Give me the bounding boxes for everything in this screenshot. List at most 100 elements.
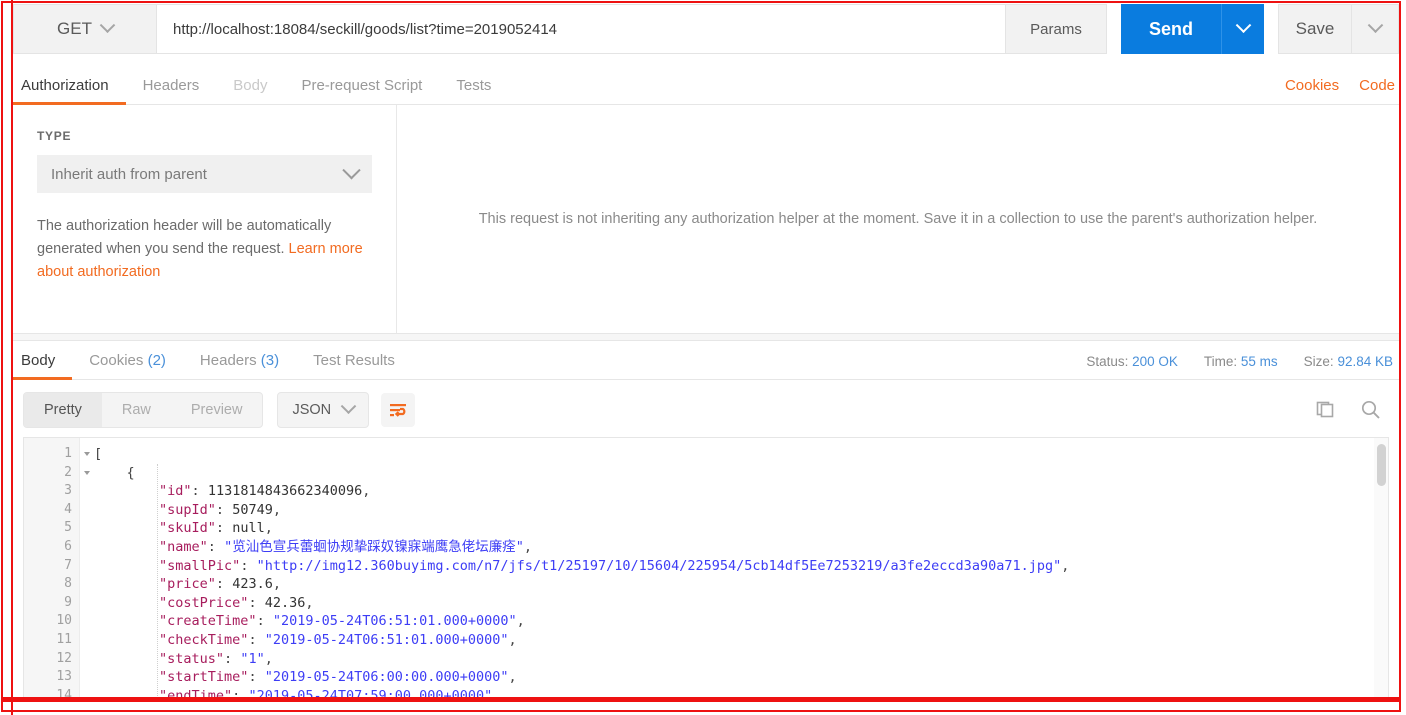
tab-body[interactable]: Body: [216, 77, 284, 104]
code-token: "smallPic": [94, 557, 241, 574]
response-tab-cookies-count: (2): [147, 352, 166, 369]
code-token: ,: [508, 669, 517, 686]
code-line: {: [80, 464, 1388, 483]
code-line: "id": 1131814843662340096,: [80, 482, 1388, 501]
request-url-input[interactable]: http://localhost:18084/seckill/goods/lis…: [156, 4, 1006, 54]
request-tab-links: Cookies Code: [1285, 77, 1399, 104]
size-label: Size:: [1303, 354, 1334, 369]
response-tab-test-results[interactable]: Test Results: [296, 352, 412, 379]
code-token: :: [215, 501, 233, 518]
code-line: "startTime": "2019-05-24T06:00:00.000+00…: [80, 668, 1388, 687]
body-tool-icons: [1315, 398, 1399, 422]
body-format-select[interactable]: JSON: [277, 392, 370, 428]
response-tab-cookies[interactable]: Cookies (2): [72, 352, 183, 379]
response-tab-headers-label: Headers: [199, 352, 257, 369]
body-view-switcher: Pretty Raw Preview: [23, 392, 264, 428]
code-token: {: [94, 464, 135, 481]
request-tab-bar: Authorization Headers Body Pre-request S…: [13, 64, 1399, 105]
http-method-label: GET: [57, 19, 92, 38]
response-tab-headers[interactable]: Headers (3): [183, 352, 296, 379]
tab-headers[interactable]: Headers: [126, 77, 217, 104]
line-number: 1: [24, 445, 90, 464]
response-body-toolbar: Pretty Raw Preview JSON: [13, 386, 1399, 434]
line-number: 11: [56, 631, 72, 647]
vertical-scrollbar-thumb[interactable]: [1377, 444, 1386, 486]
code-token: 423.6: [232, 576, 273, 593]
tab-tests[interactable]: Tests: [439, 77, 508, 104]
line-number: 2: [24, 464, 90, 483]
code-token: "2019-05-24T07:59:00.000+0000": [248, 687, 493, 698]
auth-type-label: TYPE: [37, 129, 72, 143]
http-method-selector[interactable]: GET: [13, 4, 156, 54]
word-wrap-icon[interactable]: [381, 393, 416, 427]
code-token: "skuId": [94, 520, 216, 537]
code-token: "price": [94, 576, 216, 593]
code-token: :: [248, 594, 265, 611]
code-lines: [ { "id": 1131814843662340096, "supId": …: [80, 445, 1388, 698]
code-token: ,: [1061, 557, 1070, 574]
response-tab-body-label: Body: [21, 352, 56, 369]
code-token: ,: [492, 687, 501, 698]
body-view-raw[interactable]: Raw: [102, 393, 171, 427]
status-label: Status:: [1086, 354, 1129, 369]
code-link[interactable]: Code: [1359, 77, 1395, 94]
response-tab-body[interactable]: Body: [13, 352, 73, 380]
params-button[interactable]: Params: [1006, 4, 1107, 54]
response-tab-cookies-label: Cookies: [89, 352, 144, 369]
code-token: "supId": [94, 501, 216, 518]
code-token: :: [240, 557, 257, 574]
code-token: "1": [240, 650, 265, 667]
code-token: :: [248, 631, 265, 648]
response-tab-test-results-label: Test Results: [313, 352, 395, 369]
response-tab-headers-count: (3): [260, 352, 280, 369]
code-line: "skuId": null,: [80, 519, 1388, 538]
send-button[interactable]: Send: [1121, 4, 1221, 54]
code-token: ,: [508, 631, 517, 648]
code-token: :: [232, 687, 249, 698]
send-options-button[interactable]: [1221, 4, 1264, 54]
save-options-button[interactable]: [1352, 4, 1399, 54]
code-token: ,: [272, 501, 281, 518]
line-number: 14: [56, 687, 72, 699]
auth-help-text: The authorization header will be automat…: [37, 215, 367, 284]
code-token: :: [191, 483, 208, 500]
body-view-pretty[interactable]: Pretty: [24, 393, 102, 427]
response-body-viewer[interactable]: 123456789101112131415 [ { "id": 11318148…: [23, 437, 1389, 699]
line-number: 9: [64, 594, 72, 610]
line-number: 5: [64, 520, 72, 536]
tab-authorization[interactable]: Authorization: [13, 77, 126, 105]
code-token: [: [94, 446, 103, 462]
code-token: 42.36: [264, 594, 306, 611]
code-line: [: [80, 445, 1388, 464]
code-token: ,: [305, 594, 314, 611]
size-badge: Size: 92.84 KB: [1304, 354, 1393, 369]
code-line: "costPrice": 42.36,: [80, 594, 1388, 613]
copy-icon[interactable]: [1315, 398, 1337, 422]
line-number: 3: [64, 483, 72, 499]
auth-type-select[interactable]: Inherit auth from parent: [37, 155, 372, 193]
code-content[interactable]: [ { "id": 1131814843662340096, "supId": …: [80, 438, 1388, 698]
indent-guide: [157, 464, 159, 698]
code-token: :: [207, 538, 225, 555]
code-token: :: [215, 576, 233, 593]
code-token: ,: [272, 576, 281, 593]
response-tab-bar: Body Cookies (2) Headers (3) Test Result…: [13, 340, 1399, 380]
code-line: "checkTime": "2019-05-24T06:51:01.000+00…: [80, 631, 1388, 650]
code-token: "2019-05-24T06:00:00.000+0000": [264, 669, 509, 686]
line-number: 12: [56, 650, 72, 666]
tab-pre-request-script[interactable]: Pre-request Script: [284, 77, 439, 104]
code-token: "2019-05-24T06:51:01.000+0000": [272, 613, 517, 630]
cookies-link[interactable]: Cookies: [1285, 77, 1339, 94]
time-value: 55 ms: [1240, 354, 1278, 369]
vertical-scrollbar[interactable]: [1374, 438, 1388, 698]
authorization-right-column: This request is not inheriting any autho…: [397, 105, 1399, 333]
code-token: 1131814843662340096: [207, 483, 363, 500]
search-icon[interactable]: [1359, 398, 1383, 422]
code-line: "name": "览汕色宣兵蕾蛔协规挚踩奴镍寐端鹰急佬坛廉痊",: [80, 538, 1388, 557]
body-view-preview[interactable]: Preview: [171, 393, 263, 427]
code-token: :: [224, 650, 241, 667]
save-button-group: Save: [1278, 4, 1399, 54]
save-button[interactable]: Save: [1278, 4, 1352, 54]
code-token: "endTime": [94, 687, 233, 698]
code-line: "createTime": "2019-05-24T06:51:01.000+0…: [80, 612, 1388, 631]
